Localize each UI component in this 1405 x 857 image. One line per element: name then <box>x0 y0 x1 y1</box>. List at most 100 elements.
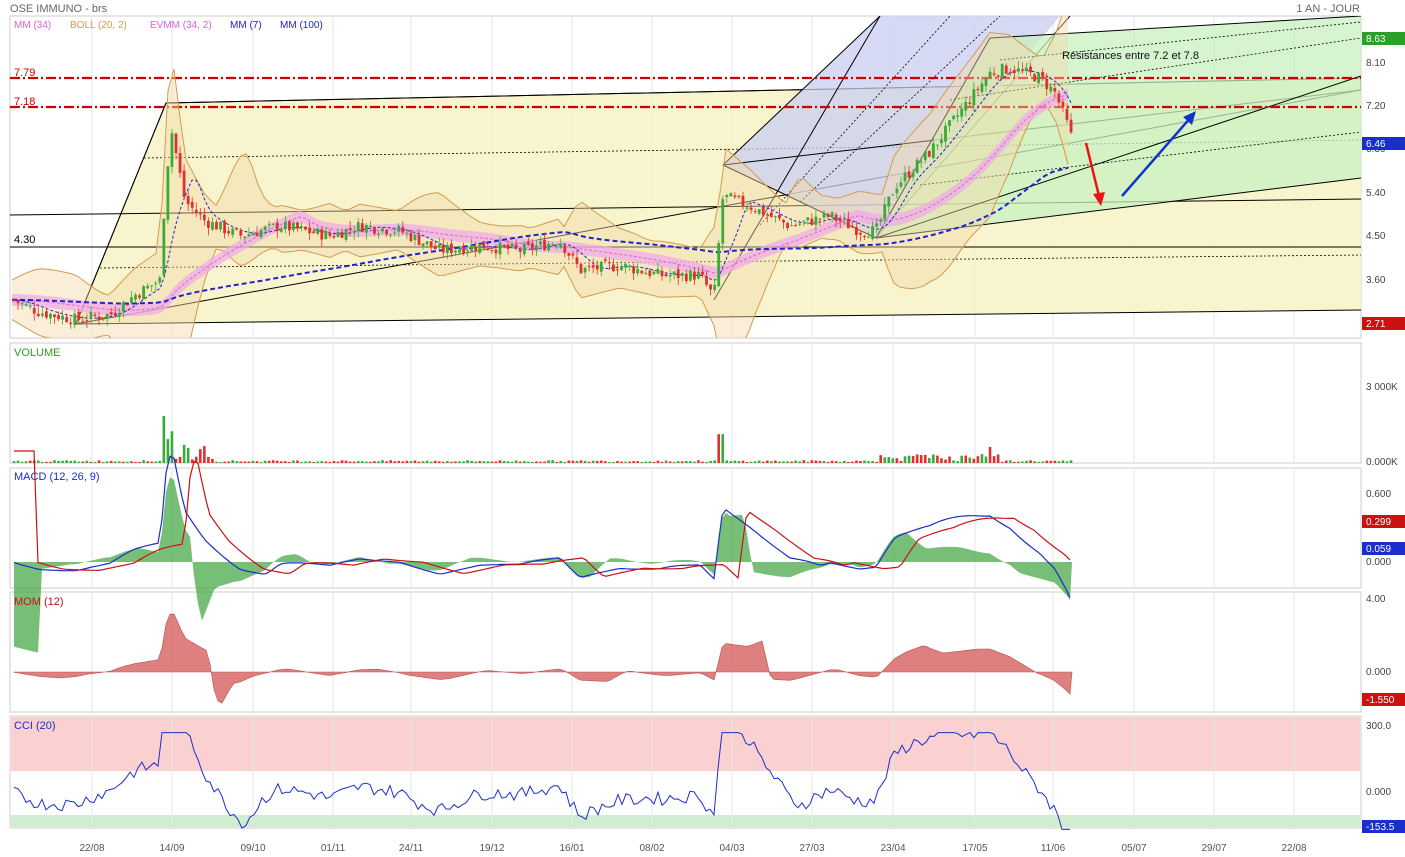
volume-bar <box>442 461 445 463</box>
candle-body <box>255 232 259 237</box>
volume-bar <box>539 461 542 463</box>
volume-bar <box>101 461 105 463</box>
volume-bar <box>389 460 392 463</box>
candle-body <box>429 241 433 247</box>
candle-body <box>174 133 178 154</box>
volume-bar <box>280 461 283 463</box>
volume-tick-0: 0.000K <box>1366 457 1398 468</box>
volume-bar <box>624 461 627 463</box>
cci-oversold-zone <box>11 815 1360 827</box>
candle-body <box>899 182 903 187</box>
candle-body <box>235 228 239 230</box>
candle-body <box>186 195 190 205</box>
volume-bar <box>506 461 510 463</box>
volume-bar <box>555 461 558 463</box>
candle-body <box>20 303 24 305</box>
price-tick-450: 4.50 <box>1366 231 1386 242</box>
volume-bar <box>604 461 607 463</box>
volume-bar <box>510 461 514 463</box>
candle-body <box>482 241 486 249</box>
price-legend: MM (34) BOLL (20, 2) EVMM (34, 2) MM (7)… <box>14 20 323 31</box>
volume-bar <box>680 461 684 463</box>
x-tick-label: 01/11 <box>321 843 346 854</box>
candle-body <box>53 314 56 317</box>
volume-bar <box>749 461 753 463</box>
candle-body <box>413 234 417 241</box>
candle-body <box>1025 67 1028 72</box>
candle-body <box>288 221 291 231</box>
volume-bar <box>65 460 68 463</box>
volume-bar <box>130 461 133 463</box>
candle-body <box>871 226 874 240</box>
candle-body <box>1004 65 1008 74</box>
candle-body <box>401 227 405 233</box>
volume-bar <box>433 460 437 463</box>
candle-body <box>782 219 785 223</box>
candle-body <box>142 286 145 300</box>
volume-bar <box>328 461 332 463</box>
volume-bar <box>146 461 149 463</box>
candle-body <box>927 151 931 157</box>
candle-body <box>308 227 312 234</box>
cci-badge-text: -153.5 <box>1366 822 1395 833</box>
volume-bar <box>729 461 733 463</box>
candle-body <box>948 120 951 126</box>
volume-bar <box>599 460 603 463</box>
candle-body <box>73 313 77 325</box>
volume-bar <box>956 461 959 463</box>
candle-body <box>312 231 316 234</box>
volume-bar <box>794 460 797 463</box>
volume-bar <box>786 461 789 463</box>
candle-body <box>219 221 222 230</box>
candle-body <box>1069 119 1073 133</box>
candle-body <box>271 223 275 225</box>
candle-body <box>624 263 627 268</box>
candle-body <box>697 271 700 279</box>
candle-body <box>579 264 583 274</box>
volume-bar <box>1037 461 1040 463</box>
volume-bar <box>458 461 461 463</box>
candle-body <box>385 230 388 235</box>
x-tick-label: 22/08 <box>79 843 104 854</box>
volume-bar <box>28 460 32 463</box>
candle-body <box>798 223 802 225</box>
volume-bar <box>818 460 822 463</box>
candle-body <box>944 125 947 142</box>
candle-body <box>1033 74 1036 82</box>
x-tick-label: 27/03 <box>799 843 824 854</box>
candle-body <box>490 250 494 252</box>
volume-bar <box>20 461 24 463</box>
candle-body <box>138 295 141 298</box>
candle-body <box>126 304 129 306</box>
volume-bar <box>834 461 838 463</box>
candle-body <box>567 252 571 256</box>
candle-body <box>705 276 708 285</box>
candle-body <box>765 214 769 216</box>
candle-body <box>737 195 741 197</box>
candle-body <box>417 234 421 246</box>
candle-body <box>1008 71 1012 73</box>
volume-bar <box>401 461 405 463</box>
candle-body <box>911 172 915 178</box>
volume-bar <box>968 457 972 463</box>
level-label-430: 4.30 <box>14 234 35 246</box>
volume-bar <box>259 462 263 463</box>
candle-body <box>741 195 745 207</box>
candle-body <box>1021 69 1024 71</box>
price-tick-540: 5.40 <box>1366 188 1386 199</box>
volume-bar <box>826 461 830 463</box>
candle-body <box>324 231 328 240</box>
candle-body <box>855 227 858 236</box>
candle-body <box>526 241 530 245</box>
price-tick-360: 3.60 <box>1366 275 1386 286</box>
candle-body <box>409 232 413 241</box>
volume-bar <box>685 460 688 463</box>
volume-bar <box>255 461 259 463</box>
candle-body <box>320 229 324 240</box>
candle-body <box>616 269 619 271</box>
volume-bar <box>547 460 550 463</box>
volume-bar <box>122 461 125 463</box>
candle-body <box>984 78 988 86</box>
candle-body <box>304 226 307 230</box>
candle-body <box>883 204 887 220</box>
